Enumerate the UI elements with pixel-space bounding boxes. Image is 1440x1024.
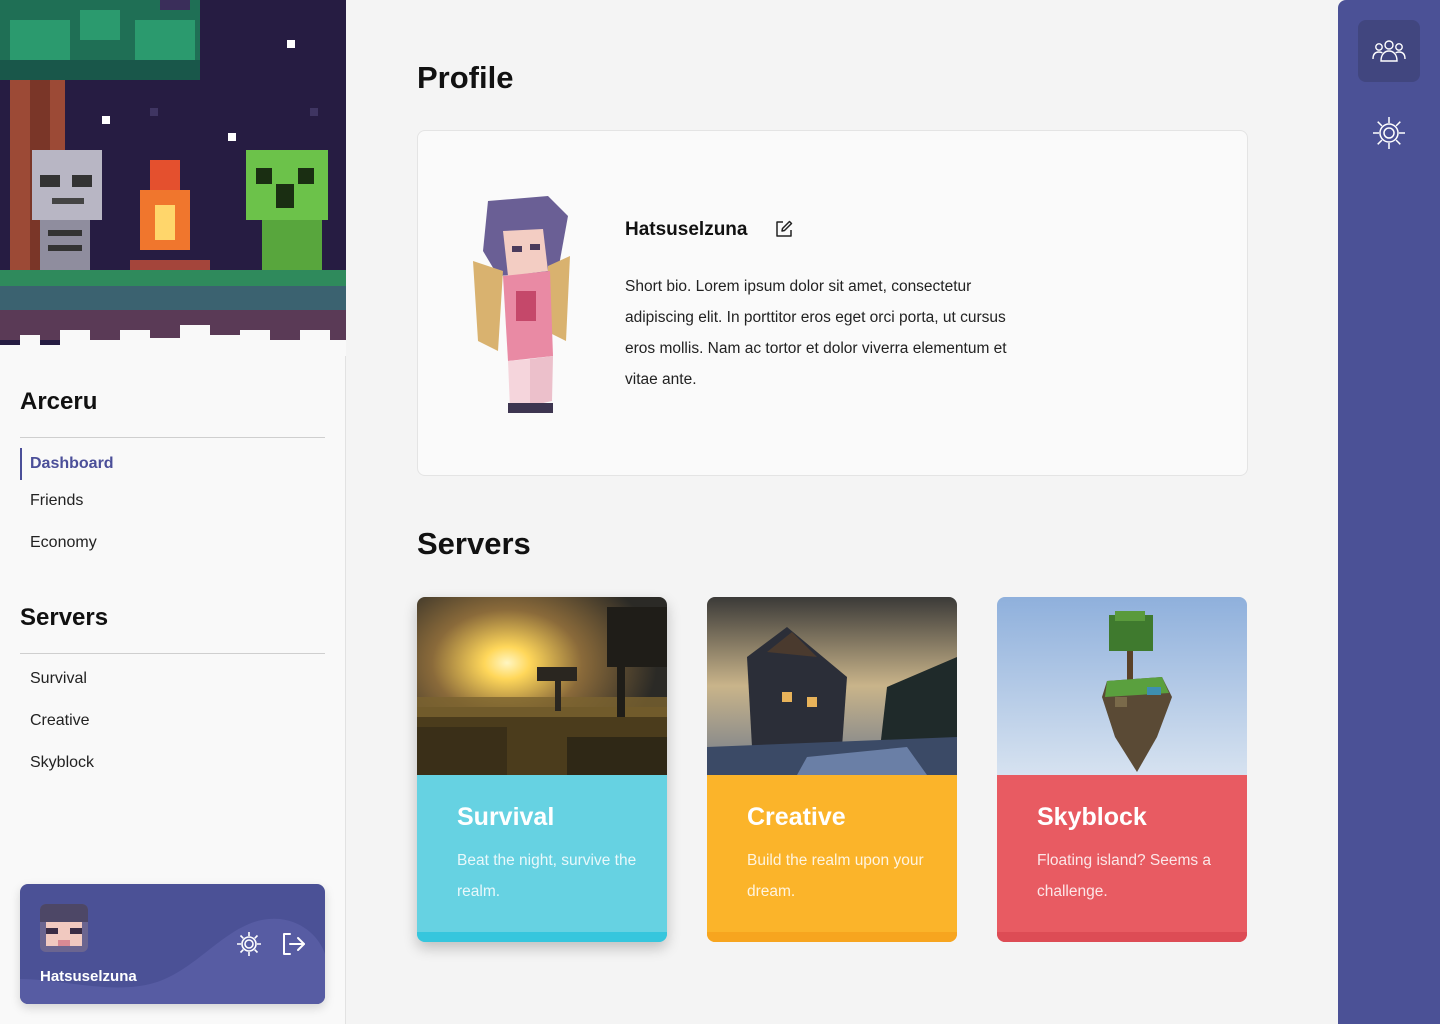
main-nav: Dashboard Friends Economy <box>20 438 325 564</box>
card-accent-bar <box>707 932 957 942</box>
profile-bio: Short bio. Lorem ipsum dolor sit amet, c… <box>625 278 1007 388</box>
users-icon <box>1372 40 1406 62</box>
card-accent-bar <box>417 932 667 942</box>
servers-title: Servers <box>417 526 531 561</box>
server-description: Floating island? Seems a challenge. <box>1037 852 1212 900</box>
page-title: Profile <box>417 60 514 95</box>
server-description: Build the realm upon your dream. <box>747 852 924 900</box>
player-skin-image <box>468 191 578 426</box>
profile-card: Hatsuselzuna Short bio. Lorem ipsum dolo… <box>417 130 1248 476</box>
creative-card-body: Creative Build the realm upon your dream… <box>707 775 957 942</box>
brand-title: Arceru <box>20 388 98 415</box>
server-description: Beat the night, survive the realm. <box>457 852 637 900</box>
server-name: Creative <box>747 803 846 831</box>
user-card: Hatsuselzuna <box>20 884 325 1004</box>
nav-item-survival[interactable]: Survival <box>20 658 325 700</box>
user-name: Hatsuselzuna <box>40 968 137 985</box>
servers-section-title: Servers <box>20 604 109 631</box>
right-rail <box>1338 0 1440 1024</box>
card-accent-bar <box>997 932 1247 942</box>
nav-item-dashboard[interactable]: Dashboard <box>20 448 325 480</box>
avatar[interactable] <box>40 904 88 952</box>
logout-icon[interactable] <box>279 930 307 958</box>
skyblock-thumbnail-image <box>997 597 1247 775</box>
settings-gear-icon[interactable] <box>235 930 263 958</box>
servers-nav: Survival Creative Skyblock <box>20 658 325 784</box>
survival-thumbnail-image <box>417 597 667 775</box>
nav-item-skyblock[interactable]: Skyblock <box>20 742 325 784</box>
profile-name: Hatsuselzuna <box>625 219 748 240</box>
rail-users-button[interactable] <box>1358 20 1420 82</box>
server-card-survival[interactable]: Survival Beat the night, survive the rea… <box>417 597 667 942</box>
creative-thumbnail-image <box>707 597 957 775</box>
hero-pixel-art <box>0 0 346 356</box>
skyblock-card-body: Skyblock Floating island? Seems a challe… <box>997 775 1247 942</box>
nav-item-friends[interactable]: Friends <box>20 480 325 522</box>
divider <box>20 653 325 654</box>
survival-card-body: Survival Beat the night, survive the rea… <box>417 775 667 942</box>
server-name: Survival <box>457 803 555 831</box>
nav-item-creative[interactable]: Creative <box>20 700 325 742</box>
sidebar: Arceru Dashboard Friends Economy Servers… <box>0 0 346 1024</box>
rail-settings-button[interactable] <box>1358 102 1420 164</box>
server-name: Skyblock <box>1037 803 1147 831</box>
edit-icon[interactable] <box>774 219 794 239</box>
nav-item-economy[interactable]: Economy <box>20 522 325 564</box>
server-card-creative[interactable]: Creative Build the realm upon your dream… <box>707 597 957 942</box>
server-card-skyblock[interactable]: Skyblock Floating island? Seems a challe… <box>997 597 1247 942</box>
gear-icon <box>1373 117 1405 149</box>
